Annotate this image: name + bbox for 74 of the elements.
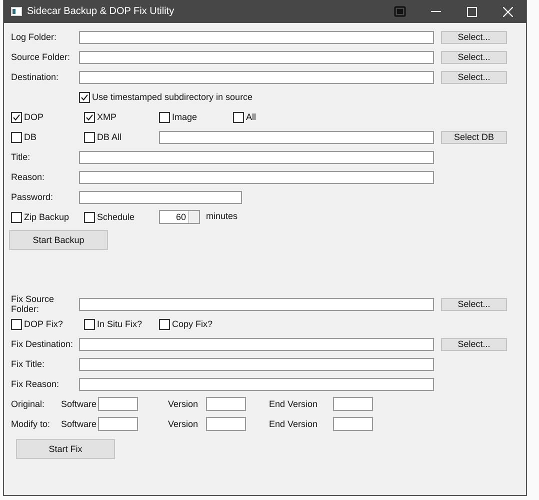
select-button[interactable]: Select... (441, 50, 507, 64)
checkbox-label: DOP (24, 112, 44, 122)
tablet-icon[interactable] (394, 6, 406, 17)
checkbox-label: Schedule (97, 212, 135, 222)
field-label: Fix Destination: (11, 339, 74, 349)
input-field[interactable] (333, 397, 373, 411)
input-field[interactable] (79, 298, 434, 310)
field-label: Fix Reason: (11, 379, 60, 389)
select-db-button[interactable]: Select DB (441, 130, 507, 144)
maximize-icon[interactable] (467, 6, 477, 16)
input-field[interactable] (79, 378, 434, 390)
field-label: Version (168, 419, 200, 429)
checkbox[interactable] (84, 212, 95, 222)
checkbox[interactable] (11, 112, 22, 122)
input-field[interactable] (98, 397, 138, 411)
checkbox[interactable] (11, 318, 22, 330)
input-field[interactable] (98, 417, 138, 431)
start-fix-button[interactable]: Start Fix (16, 439, 115, 459)
field-label: Destination: (11, 72, 60, 82)
checkbox[interactable] (233, 112, 244, 122)
field-label: Software (61, 399, 98, 409)
input-field[interactable] (79, 50, 434, 64)
checkbox-label: In Situ Fix? (97, 319, 142, 329)
checkbox-label: Copy Fix? (172, 319, 213, 329)
input-field[interactable] (79, 358, 434, 370)
input-field[interactable] (206, 417, 246, 431)
close-icon[interactable] (503, 6, 513, 16)
select-button[interactable]: Select... (441, 298, 507, 310)
input-field[interactable] (206, 397, 246, 411)
checkbox-label: DB All (97, 132, 122, 142)
field-label: End Version (269, 419, 319, 429)
checkbox-label: DB (24, 132, 37, 142)
checkbox[interactable] (84, 318, 95, 330)
input-field[interactable] (159, 130, 434, 144)
row-label: Original: (11, 399, 46, 409)
input-field[interactable] (79, 150, 434, 164)
checkbox-label: Image (172, 112, 198, 122)
field-label: Software (61, 419, 98, 429)
select-button[interactable]: Select... (441, 70, 507, 84)
checkbox-label: XMP (97, 112, 117, 122)
select-button[interactable]: Select... (441, 30, 507, 44)
checkbox-label: Use timestamped subdirectory in source (92, 92, 253, 102)
start-backup-button[interactable]: Start Backup (9, 230, 108, 250)
app-icon (11, 7, 22, 16)
unit-label: minutes (206, 210, 238, 220)
checkbox-label: Zip Backup (24, 212, 70, 222)
checkbox[interactable] (159, 318, 170, 330)
input-field[interactable] (79, 170, 434, 184)
checkbox-label: All (246, 112, 256, 122)
checkbox[interactable] (11, 212, 22, 222)
field-label: Source Folder: (11, 52, 72, 62)
field-label: Version (168, 399, 200, 409)
input-field[interactable] (333, 417, 373, 431)
field-label: Password: (11, 192, 54, 202)
checkbox-label: DOP Fix? (24, 319, 63, 329)
field-label: Log Folder: (11, 32, 58, 42)
select-button[interactable]: Select... (441, 338, 507, 350)
checkbox[interactable] (11, 132, 22, 142)
checkbox[interactable] (159, 112, 170, 122)
checkbox[interactable] (84, 132, 95, 142)
input-field[interactable] (79, 338, 434, 350)
spin-field[interactable]: 60 (159, 210, 200, 224)
password-field[interactable] (79, 190, 242, 204)
checkbox[interactable] (84, 112, 95, 122)
field-label: Fix Source Folder: (11, 294, 56, 314)
field-label: Reason: (11, 172, 46, 182)
field-label: Fix Title: (11, 359, 46, 369)
input-field[interactable] (79, 30, 434, 44)
input-field[interactable] (79, 70, 434, 84)
row-label: Modify to: (11, 419, 52, 429)
window-title: Sidecar Backup & DOP Fix Utility (27, 6, 176, 17)
field-label: End Version (269, 399, 319, 409)
field-label: Title: (11, 152, 32, 162)
checkbox[interactable] (79, 92, 90, 102)
